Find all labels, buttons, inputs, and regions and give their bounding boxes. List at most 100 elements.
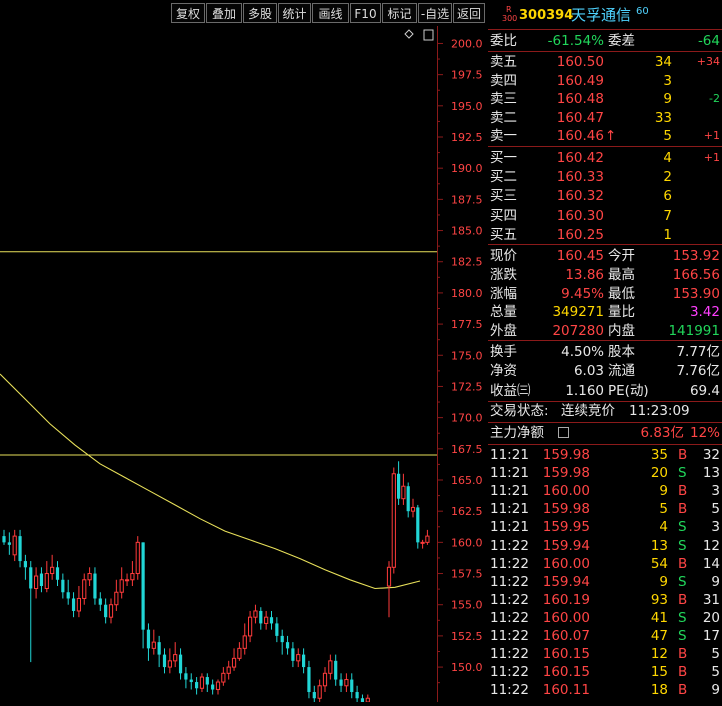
quote-value: 349271 bbox=[552, 304, 604, 321]
divider bbox=[488, 422, 722, 423]
tick-time: 11:22 bbox=[490, 646, 529, 663]
ask-label: 卖五 bbox=[490, 54, 517, 70]
toolbar-button-5[interactable]: F10 bbox=[350, 3, 381, 23]
bid-price: 160.25 bbox=[556, 226, 604, 243]
ask-volume: 33 bbox=[654, 109, 672, 126]
tick-price: 160.00 bbox=[542, 555, 590, 572]
finance-value: 4.50% bbox=[561, 344, 604, 360]
tick-volume: 35 bbox=[650, 447, 668, 463]
candle-body bbox=[355, 692, 359, 699]
main-force-row: 主力净额 6.83亿 12% bbox=[488, 424, 722, 442]
tick-time: 11:21 bbox=[490, 483, 529, 500]
weicha-label: 委差 bbox=[608, 33, 635, 49]
tick-count: 20 bbox=[702, 609, 720, 626]
tick-price: 159.95 bbox=[542, 519, 590, 536]
candle-body bbox=[167, 660, 172, 668]
y-tick-label: 170.0 bbox=[451, 412, 483, 425]
finance-value: 7.77亿 bbox=[676, 344, 720, 360]
ask-level-3[interactable]: 卖三 160.48 9 -2 bbox=[488, 90, 722, 108]
bid-volume: 6 bbox=[663, 188, 672, 205]
tick-time: 11:22 bbox=[490, 573, 529, 590]
candle-body bbox=[76, 597, 82, 612]
quote-label: 外盘 bbox=[490, 323, 517, 340]
candle-body bbox=[98, 598, 102, 605]
finance-label: 股本 bbox=[608, 344, 635, 360]
tick-volume: 5 bbox=[659, 501, 668, 518]
quote-value: 13.86 bbox=[565, 266, 604, 283]
list-icon[interactable] bbox=[558, 427, 569, 438]
toolbar-button-7[interactable]: -自选 bbox=[418, 3, 452, 23]
ask-price: 160.50 bbox=[556, 54, 604, 70]
tick-row: 11:21 159.98 20 S 13 bbox=[488, 464, 722, 482]
ask-level-1[interactable]: 卖一 160.46 ↑ 5 +1 bbox=[488, 127, 722, 145]
bid-level-4[interactable]: 买四 160.30 7 bbox=[488, 207, 722, 225]
candle-body bbox=[410, 506, 416, 512]
toolbar-button-0[interactable]: 复权 bbox=[171, 3, 205, 23]
candle-body bbox=[211, 684, 215, 690]
tick-time: 11:22 bbox=[490, 537, 529, 554]
tick-side: B bbox=[678, 447, 688, 463]
y-tick-label: 200.0 bbox=[451, 37, 483, 50]
finance-label: 流通 bbox=[608, 363, 635, 380]
kline-chart-svg[interactable]: 200.0 197.5 195.0 192.5 190.0 187.5 185.0 182.5… bbox=[0, 26, 486, 706]
quote-label: 最低 bbox=[608, 285, 635, 302]
tick-row: 11:22 160.19 93 B 31 bbox=[488, 591, 722, 609]
bid-level-2[interactable]: 买二 160.33 2 bbox=[488, 168, 722, 186]
ask-price: 160.47 bbox=[556, 109, 604, 126]
tick-time: 11:22 bbox=[490, 555, 529, 572]
tick-price: 159.98 bbox=[542, 447, 590, 463]
tick-time: 11:21 bbox=[490, 501, 529, 518]
trade-status-row: 交易状态: 连续竞价 11:23:09 bbox=[488, 402, 722, 420]
candle-body bbox=[391, 473, 396, 568]
kline-chart[interactable]: 200.0 197.5 195.0 192.5 190.0 187.5 185.0 182.5… bbox=[0, 26, 486, 706]
divider bbox=[488, 444, 722, 445]
tick-volume: 18 bbox=[650, 682, 668, 699]
ask-level-4[interactable]: 卖四 160.49 3 bbox=[488, 72, 722, 90]
tick-side: B bbox=[678, 591, 688, 608]
bid-level-3[interactable]: 买三 160.32 6 bbox=[488, 187, 722, 205]
ask-label: 卖一 bbox=[490, 128, 517, 145]
candle-body bbox=[44, 573, 49, 590]
ask-up-arrow-icon: ↑ bbox=[605, 128, 617, 145]
toolbar-button-8[interactable]: 返回 bbox=[453, 3, 485, 23]
weibi-value: -61.54% bbox=[547, 33, 604, 49]
tick-volume: 47 bbox=[650, 628, 668, 644]
tick-side: S bbox=[678, 609, 687, 626]
tick-price: 159.94 bbox=[542, 537, 590, 554]
candle-body bbox=[18, 536, 22, 562]
finance-row-netasset: 净资 6.03 流通 7.76亿 bbox=[488, 362, 722, 380]
candle-body bbox=[114, 591, 119, 606]
candle-body bbox=[195, 682, 199, 689]
ask-label: 卖四 bbox=[490, 72, 517, 89]
candle-body bbox=[141, 542, 145, 630]
toolbar-button-4[interactable]: 画线 bbox=[312, 3, 349, 23]
toolbar-button-2[interactable]: 多股 bbox=[243, 3, 277, 23]
quote-label: 现价 bbox=[490, 248, 517, 264]
ask-label: 卖三 bbox=[490, 91, 517, 108]
divider bbox=[488, 51, 722, 52]
tick-volume: 93 bbox=[650, 591, 668, 608]
candle-body bbox=[280, 635, 284, 643]
toolbar-button-1[interactable]: 叠加 bbox=[206, 3, 242, 23]
candle-body bbox=[350, 679, 354, 693]
stock-name[interactable]: 天孚通信 bbox=[571, 6, 631, 24]
tick-volume: 9 bbox=[659, 483, 668, 500]
ask-level-2[interactable]: 卖二 160.47 33 bbox=[488, 109, 722, 127]
ask-level-5[interactable]: 卖五 160.50 34 +34 bbox=[488, 53, 722, 71]
quote-row-outer-inner: 外盘 207280 内盘 141991 bbox=[488, 322, 722, 340]
candle-body bbox=[2, 536, 6, 543]
tick-side: B bbox=[678, 664, 688, 681]
divider bbox=[488, 29, 722, 30]
candle-body bbox=[322, 672, 328, 687]
candle-body bbox=[312, 692, 316, 699]
bid-level-5[interactable]: 买五 160.25 1 bbox=[488, 226, 722, 244]
quote-label: 最高 bbox=[608, 266, 635, 283]
bid-level-1[interactable]: 买一 160.42 4 +1 bbox=[488, 149, 722, 167]
bid-volume: 4 bbox=[663, 150, 672, 166]
tick-count: 17 bbox=[702, 628, 720, 644]
tick-side: S bbox=[678, 465, 687, 482]
toolbar-button-6[interactable]: 标记 bbox=[382, 3, 417, 23]
candle-body bbox=[104, 604, 108, 618]
toolbar-button-3[interactable]: 统计 bbox=[278, 3, 311, 23]
bid-label: 买二 bbox=[490, 169, 517, 186]
